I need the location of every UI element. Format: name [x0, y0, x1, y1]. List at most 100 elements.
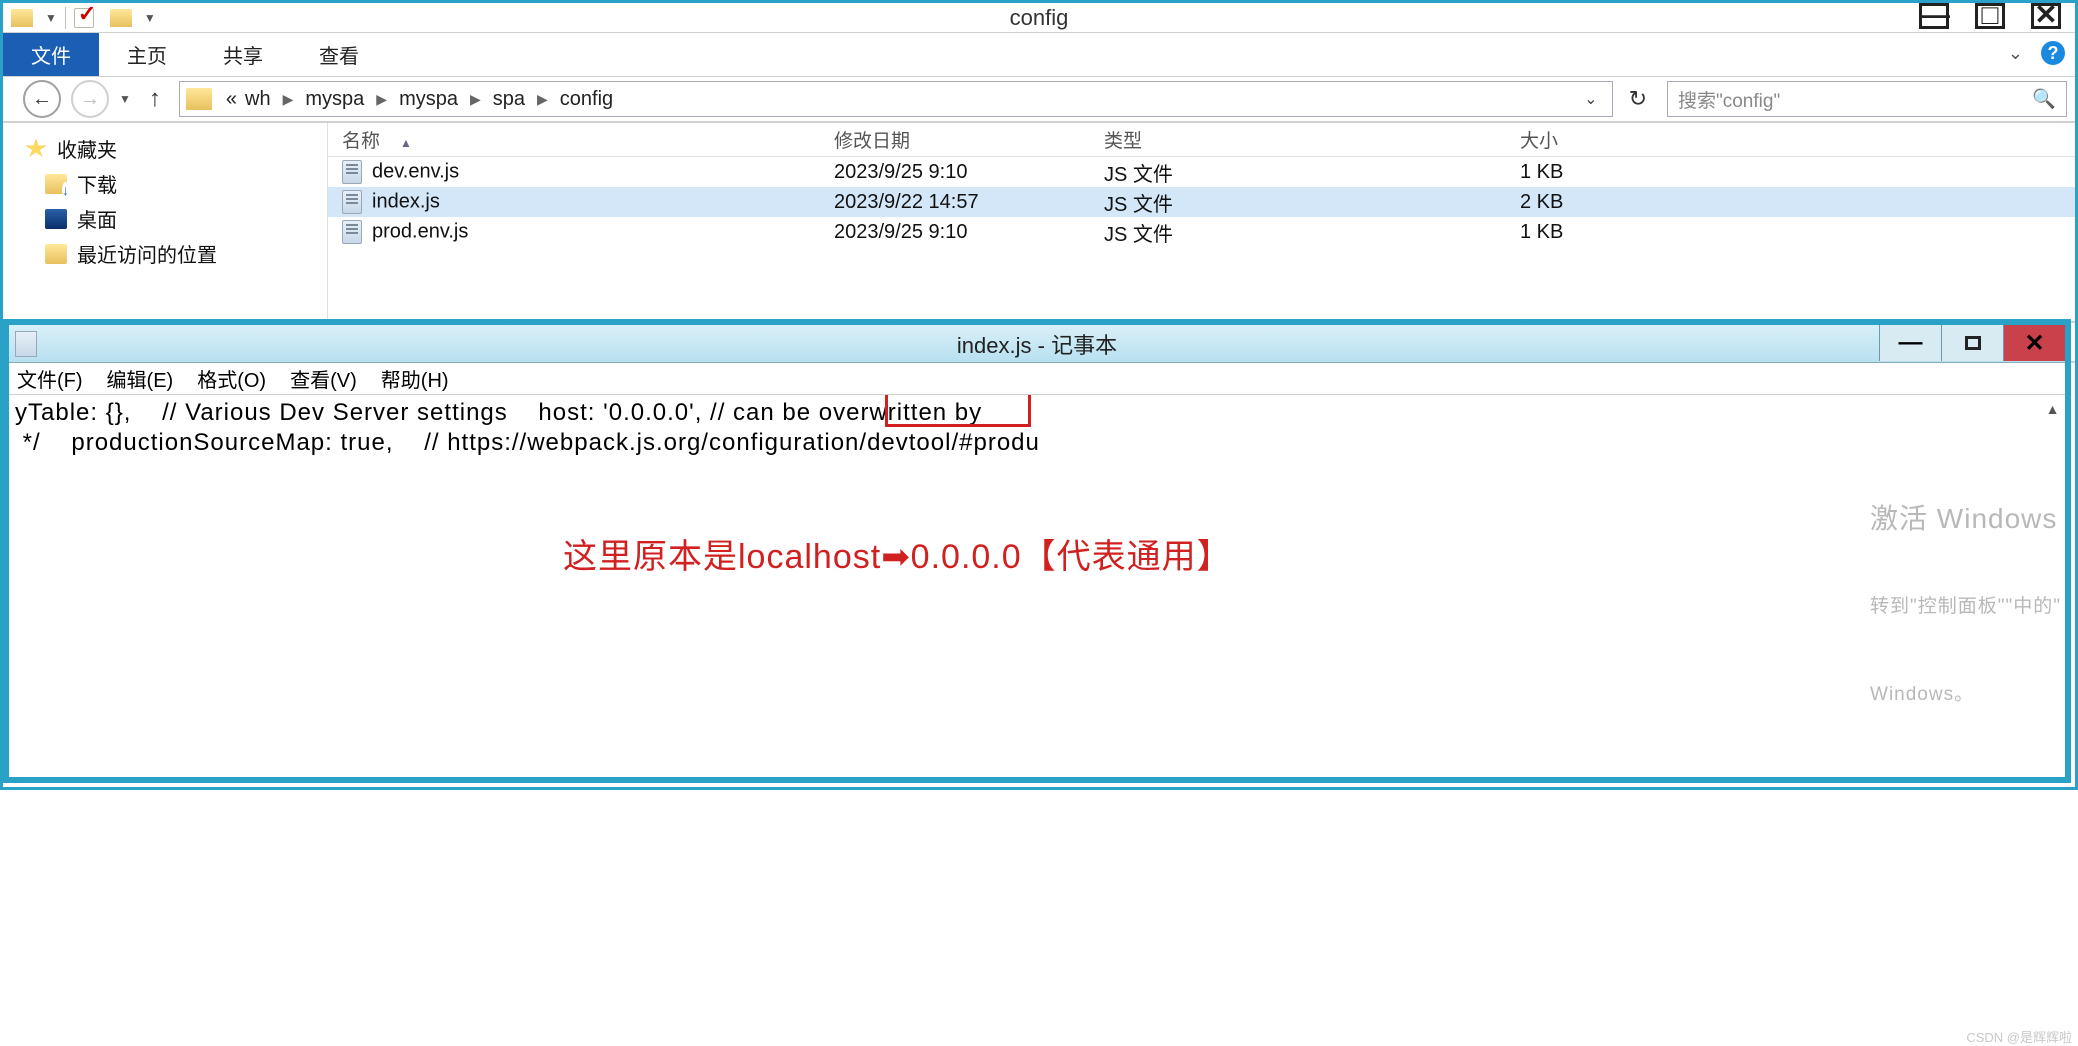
file-row[interactable]: prod.env.js 2023/9/25 9:10 JS 文件 1 KB	[328, 217, 2075, 247]
properties-icon[interactable]	[74, 8, 94, 28]
file-name: dev.env.js	[372, 160, 459, 182]
column-headers: 名称▲ 修改日期 类型 大小	[328, 123, 2075, 157]
breadcrumb-seg[interactable]: myspa	[301, 88, 368, 111]
minimize-button[interactable]: —	[1919, 3, 1949, 29]
windows-watermark: 激活 Windows 转到"控制面板""中的" Windows。	[1870, 449, 2065, 765]
tab-file[interactable]: 文件	[3, 33, 99, 76]
chevron-right-icon: ▶	[462, 91, 489, 108]
code-line: */ productionSourceMap: true, // https:/…	[15, 429, 1040, 456]
forward-button[interactable]: →	[71, 80, 109, 118]
file-list: 名称▲ 修改日期 类型 大小 dev.env.js 2023/9/25 9:10…	[328, 123, 2075, 321]
col-name[interactable]: 名称▲	[328, 126, 820, 153]
breadcrumb-prefix: «	[222, 88, 241, 111]
sidebar-item-recent[interactable]: 最近访问的位置	[3, 236, 327, 271]
file-row[interactable]: dev.env.js 2023/9/25 9:10 JS 文件 1 KB	[328, 157, 2075, 187]
menu-help[interactable]: 帮助(H)	[381, 364, 449, 393]
jsfile-icon	[342, 160, 362, 184]
star-icon	[25, 139, 47, 159]
sidebar-item-favorites[interactable]: 收藏夹	[3, 131, 327, 166]
navigation-bar: ← → ▼ ↑ « wh▶ myspa▶ myspa▶ spa▶ config …	[3, 77, 2075, 123]
menu-format[interactable]: 格式(O)	[197, 364, 266, 393]
file-type: JS 文件	[1090, 218, 1506, 247]
maximize-button[interactable]	[1941, 325, 2003, 361]
breadcrumb-seg[interactable]: myspa	[395, 88, 462, 111]
back-button[interactable]: ←	[23, 80, 61, 118]
sidebar-label: 桌面	[77, 204, 117, 233]
notepad-icon	[15, 331, 37, 357]
qat-dropdown-icon[interactable]: ▼	[144, 11, 156, 25]
notepad-titlebar[interactable]: index.js - 记事本 — ✕	[9, 325, 2065, 363]
menu-file[interactable]: 文件(F)	[17, 364, 83, 393]
breadcrumb-seg[interactable]: config	[556, 88, 617, 111]
file-size: 1 KB	[1506, 221, 1646, 244]
csdn-watermark: CSDN @是辉辉啦	[1966, 1027, 2072, 1046]
search-icon[interactable]: 🔍	[2032, 87, 2056, 111]
sidebar-item-downloads[interactable]: 下载	[3, 166, 327, 201]
notepad-menu: 文件(F) 编辑(E) 格式(O) 查看(V) 帮助(H)	[9, 363, 2065, 395]
file-date: 2023/9/22 14:57	[820, 191, 1090, 214]
file-date: 2023/9/25 9:10	[820, 161, 1090, 184]
menu-view[interactable]: 查看(V)	[290, 364, 357, 393]
file-type: JS 文件	[1090, 188, 1506, 217]
col-size[interactable]: 大小	[1506, 126, 1646, 153]
ribbon-expand-icon[interactable]: ⌄	[2008, 43, 2023, 64]
new-folder-icon[interactable]	[110, 9, 132, 27]
search-input[interactable]: 搜索"config" 🔍	[1667, 81, 2067, 117]
notepad-window: index.js - 记事本 — ✕ 文件(F) 编辑(E) 格式(O) 查看(…	[3, 319, 2071, 783]
sidebar: 收藏夹 下载 桌面 最近访问的位置	[3, 123, 328, 321]
ribbon-tabs: 文件 主页 共享 查看 ⌄ ?	[3, 33, 2075, 77]
tab-share[interactable]: 共享	[195, 33, 291, 76]
quick-access-toolbar: ▼ ▼ config — □ ✕	[3, 3, 2075, 33]
folder-icon	[186, 88, 212, 110]
chevron-right-icon: ▶	[275, 91, 302, 108]
sidebar-label: 最近访问的位置	[77, 239, 217, 268]
col-date[interactable]: 修改日期	[820, 126, 1090, 153]
scroll-up-icon[interactable]: ▲	[2041, 395, 2065, 423]
breadcrumb[interactable]: « wh▶ myspa▶ myspa▶ spa▶ config ⌄	[179, 81, 1613, 117]
menu-edit[interactable]: 编辑(E)	[107, 364, 174, 393]
window-controls: — □ ✕	[1919, 3, 2075, 29]
jsfile-icon	[342, 190, 362, 214]
file-size: 2 KB	[1506, 191, 1646, 214]
file-type: JS 文件	[1090, 158, 1506, 187]
search-placeholder: 搜索"config"	[1678, 86, 1780, 113]
refresh-button[interactable]: ↻	[1629, 86, 1647, 112]
file-name: prod.env.js	[372, 220, 468, 242]
minimize-button[interactable]: —	[1879, 325, 1941, 361]
file-row[interactable]: index.js 2023/9/22 14:57 JS 文件 2 KB	[328, 187, 2075, 217]
file-date: 2023/9/25 9:10	[820, 221, 1090, 244]
up-button[interactable]: ↑	[149, 85, 161, 113]
sidebar-item-desktop[interactable]: 桌面	[3, 201, 327, 236]
recent-icon	[45, 244, 67, 264]
downloads-icon	[45, 174, 67, 194]
file-name: index.js	[372, 190, 440, 212]
desktop-icon	[45, 209, 67, 229]
help-icon[interactable]: ?	[2041, 41, 2065, 65]
history-dropdown-icon[interactable]: ▼	[119, 92, 131, 106]
notepad-title: index.js - 记事本	[957, 328, 1117, 360]
tab-view[interactable]: 查看	[291, 33, 387, 76]
breadcrumb-seg[interactable]: spa	[489, 88, 529, 111]
close-button[interactable]: ✕	[2003, 325, 2065, 361]
breadcrumb-dropdown-icon[interactable]: ⌄	[1584, 89, 1597, 109]
window-title: config	[1010, 5, 1069, 31]
chevron-right-icon: ▶	[368, 91, 395, 108]
qat-dropdown-icon[interactable]: ▼	[45, 11, 57, 25]
folder-icon[interactable]	[11, 9, 33, 27]
notepad-content[interactable]: yTable: {}, // Various Dev Server settin…	[9, 395, 2065, 775]
col-type[interactable]: 类型	[1090, 126, 1506, 153]
highlight-box	[885, 395, 1031, 427]
code-line: yTable: {}, // Various Dev Server settin…	[15, 399, 990, 426]
separator	[65, 7, 66, 29]
sidebar-label: 收藏夹	[57, 134, 117, 163]
chevron-right-icon: ▶	[529, 91, 556, 108]
sidebar-label: 下载	[77, 169, 117, 198]
tab-home[interactable]: 主页	[99, 33, 195, 76]
jsfile-icon	[342, 220, 362, 244]
file-size: 1 KB	[1506, 161, 1646, 184]
close-button[interactable]: ✕	[2031, 3, 2061, 29]
maximize-button[interactable]: □	[1975, 3, 2005, 29]
sort-asc-icon: ▲	[400, 136, 412, 150]
breadcrumb-seg[interactable]: wh	[241, 88, 275, 111]
annotation-text: 这里原本是localhost➡0.0.0.0【代表通用】	[563, 543, 1232, 571]
